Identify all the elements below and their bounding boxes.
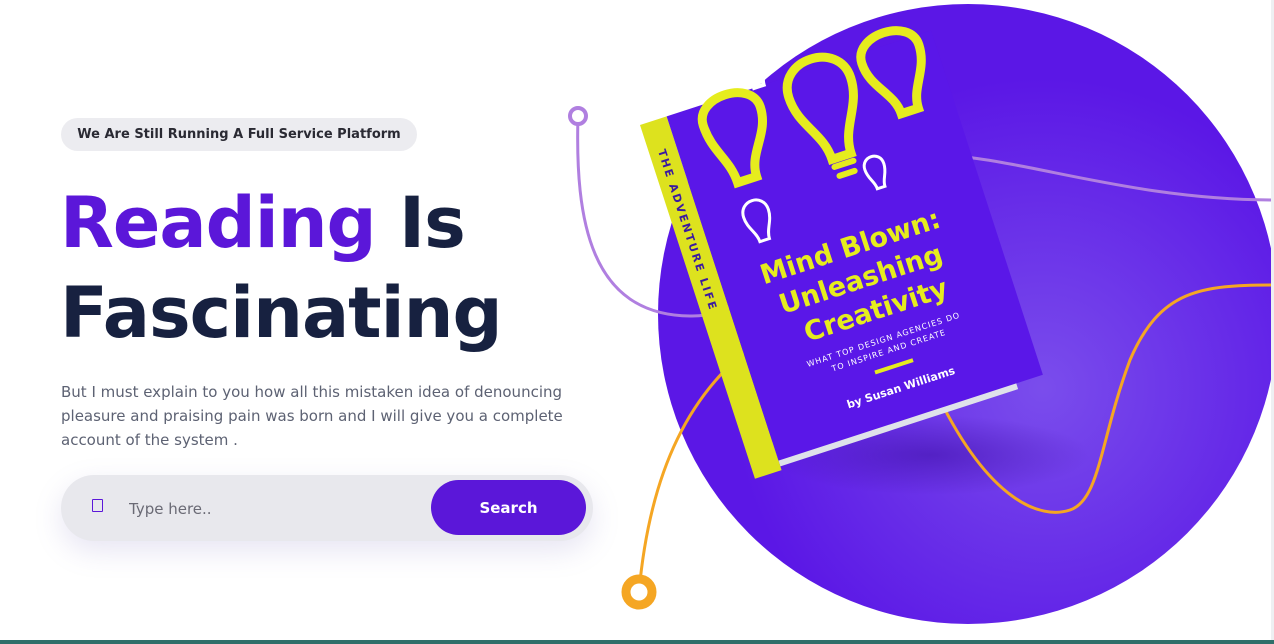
bottom-border — [0, 640, 1274, 644]
hero-illustration: THE ADVENTURE LIFE Mind Blown: Unleashin… — [568, 4, 1274, 624]
decor-dot-purple — [568, 106, 588, 126]
decor-dot-orange — [621, 574, 657, 610]
